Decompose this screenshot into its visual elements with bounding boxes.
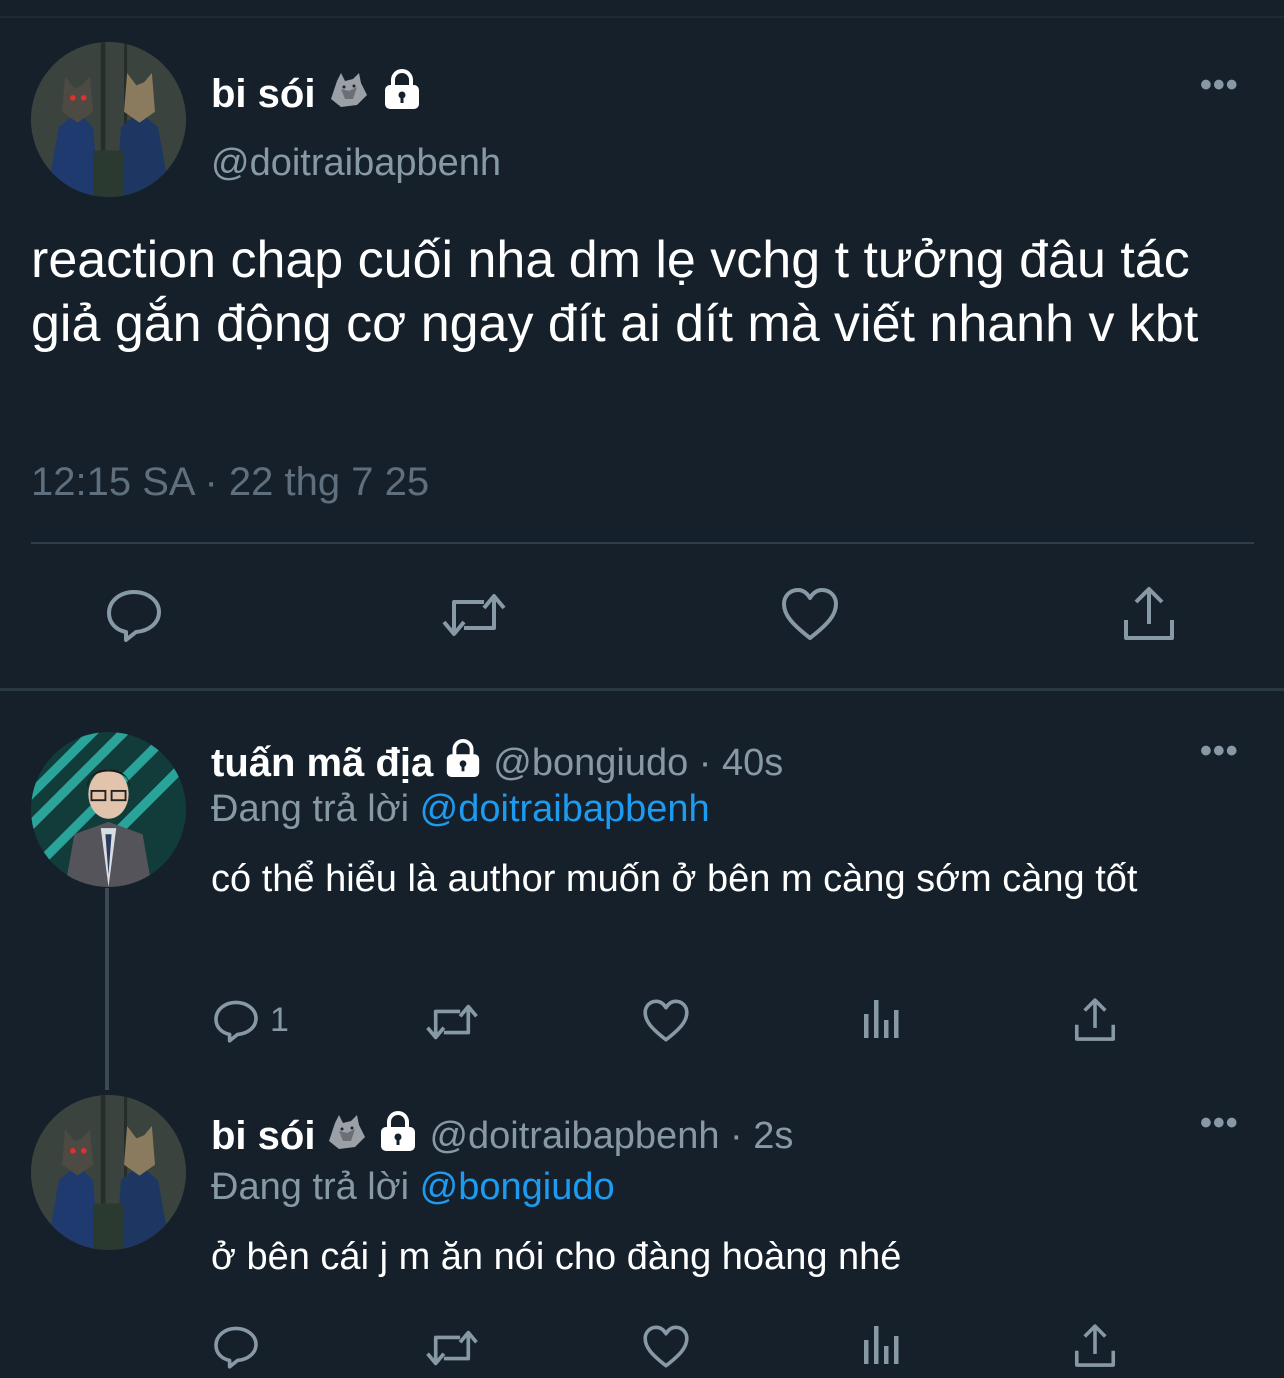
analytics-icon [864,1000,899,1038]
comment-icon [214,1326,258,1369]
more-options-button[interactable]: ••• [1200,1104,1239,1143]
retweet-button[interactable] [424,1326,480,1370]
more-options-button[interactable]: ••• [1200,732,1239,771]
reply-button[interactable] [212,1322,260,1370]
divider [31,542,1254,544]
like-button[interactable] [642,998,690,1043]
mention-link[interactable]: @bongiudo [420,1166,615,1208]
share-icon [1074,998,1116,1041]
tweet-timestamp[interactable]: 12:15 SA · 22 thg 7 25 [31,460,429,505]
analytics-button[interactable] [860,998,904,1040]
replying-prefix: Đang trả lời [211,1166,410,1208]
analytics-button[interactable] [860,1324,904,1366]
thread-connector [105,888,109,1090]
retweet-icon [426,1330,478,1366]
reply-button[interactable] [104,584,164,644]
tweet-text: có thể hiểu là author muốn ở bên m càng … [211,858,1138,900]
main-tweet: bi sói @doitraibapbenh ••• reaction chap… [0,0,1284,688]
share-icon [1124,587,1174,640]
author-name[interactable]: bi sói @doitraibapbenh · 2s [211,1110,793,1162]
wolf-icon [325,1111,367,1161]
share-button[interactable] [1072,996,1118,1044]
retweet-button[interactable] [440,588,508,642]
heart-icon [643,999,689,1042]
share-button[interactable] [1120,584,1178,644]
comment-icon [107,590,161,642]
author-name-text: tuấn mã địa [211,740,434,785]
share-icon [1074,1324,1116,1367]
reply-count: 1 [270,1000,289,1039]
like-button[interactable] [642,1324,690,1369]
replying-to: Đang trả lời @bongiudo [211,1166,615,1209]
avatar[interactable] [31,42,186,197]
author-name[interactable]: bi sói [211,68,423,120]
section-divider [0,688,1284,691]
author-name-text: bi sói [211,1113,316,1158]
share-button[interactable] [1072,1322,1118,1370]
lock-icon [381,68,423,120]
tweet-text: reaction chap cuối nha dm lẹ vchg t tưởn… [31,231,1199,353]
comment-icon [214,1000,258,1043]
heart-icon [643,1325,689,1368]
more-options-button[interactable]: ••• [1200,66,1239,105]
avatar[interactable] [31,732,186,887]
author-handle-time[interactable]: @bongiudo · 40s [493,742,783,785]
retweet-icon [442,594,506,636]
reply-button[interactable]: 1 [212,996,289,1044]
tweet-actions [0,580,1284,650]
wolf-icon [327,69,369,119]
lock-icon [443,738,483,788]
mention-link[interactable]: @doitraibapbenh [420,788,710,830]
author-name[interactable]: tuấn mã địa @bongiudo · 40s [211,738,783,788]
lock-icon [377,1110,419,1162]
author-handle-time[interactable]: @doitraibapbenh · 2s [429,1115,793,1158]
like-button[interactable] [780,586,840,642]
tweet-text: ở bên cái j m ăn nói cho đàng hoàng nhé [211,1236,902,1278]
heart-icon [782,588,838,640]
author-handle[interactable]: @doitraibapbenh [211,142,501,185]
retweet-button[interactable] [424,1000,480,1044]
author-name-text: bi sói [211,71,316,116]
analytics-icon [864,1326,899,1364]
replying-prefix: Đang trả lời [211,788,410,830]
retweet-icon [426,1004,478,1040]
replying-to: Đang trả lời @doitraibapbenh [211,788,710,831]
avatar[interactable] [31,1095,186,1250]
